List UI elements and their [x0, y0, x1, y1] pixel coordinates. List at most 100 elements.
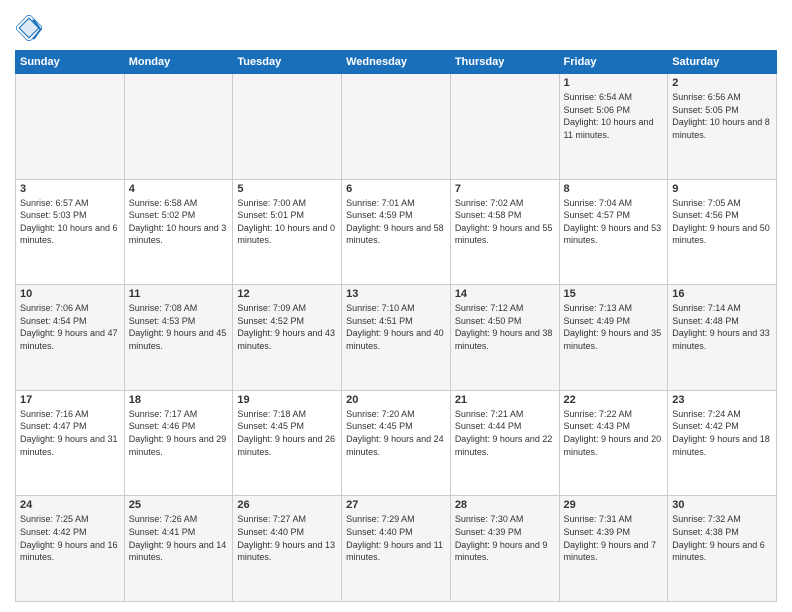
cell-info: Sunrise: 7:21 AM Sunset: 4:44 PM Dayligh… [455, 408, 555, 458]
calendar-cell: 7 Sunrise: 7:02 AM Sunset: 4:58 PM Daylig… [450, 179, 559, 285]
calendar-cell: 28Sunrise: 7:30 AM Sunset: 4:39 PM Dayli… [450, 496, 559, 602]
day-number: 22 [564, 394, 664, 406]
cell-info: Sunrise: 7:06 AM Sunset: 4:54 PM Dayligh… [20, 302, 120, 352]
calendar-cell [124, 74, 233, 180]
cell-info: Sunrise: 7:01 AM Sunset: 4:59 PM Dayligh… [346, 197, 446, 247]
calendar-cell: 13 Sunrise: 7:10 AM Sunset: 4:51 PM Dayli… [342, 285, 451, 391]
day-number: 27 [346, 499, 446, 511]
weekday-header-wednesday: Wednesday [342, 51, 451, 74]
day-number: 21 [455, 394, 555, 406]
day-number: 16 [672, 288, 772, 300]
calendar-cell: 24 Sunrise: 7:25 AM Sunset: 4:42 PM Dayli… [16, 496, 125, 602]
weekday-header-sunday: Sunday [16, 51, 125, 74]
day-number: 20 [346, 394, 446, 406]
cell-info: Sunrise: 7:08 AM Sunset: 4:53 PM Dayligh… [129, 302, 229, 352]
day-number: 9 [672, 183, 772, 195]
logo-icon [15, 14, 43, 42]
calendar-cell: 14 Sunrise: 7:12 AM Sunset: 4:50 PM Dayli… [450, 285, 559, 391]
cell-info: Sunrise: 6:54 AM Sunset: 5:06 PM Dayligh… [564, 91, 664, 141]
calendar-cell: 30Sunrise: 7:32 AM Sunset: 4:38 PM Dayli… [668, 496, 777, 602]
day-number: 24 [20, 499, 120, 511]
cell-info: Sunrise: 7:14 AM Sunset: 4:48 PM Dayligh… [672, 302, 772, 352]
day-number: 25 [129, 499, 229, 511]
cell-info: Sunrise: 7:30 AM Sunset: 4:39 PM Dayligh… [455, 513, 555, 563]
calendar-cell: 22 Sunrise: 7:22 AM Sunset: 4:43 PM Dayli… [559, 390, 668, 496]
day-number: 14 [455, 288, 555, 300]
calendar-cell [450, 74, 559, 180]
weekday-header-saturday: Saturday [668, 51, 777, 74]
calendar-cell: 17 Sunrise: 7:16 AM Sunset: 4:47 PM Dayli… [16, 390, 125, 496]
calendar-cell: 6 Sunrise: 7:01 AM Sunset: 4:59 PM Daylig… [342, 179, 451, 285]
cell-info: Sunrise: 7:00 AM Sunset: 5:01 PM Dayligh… [237, 197, 337, 247]
calendar-table: SundayMondayTuesdayWednesdayThursdayFrid… [15, 50, 777, 602]
cell-info: Sunrise: 7:20 AM Sunset: 4:45 PM Dayligh… [346, 408, 446, 458]
calendar-cell: 2Sunrise: 6:56 AM Sunset: 5:05 PM Daylig… [668, 74, 777, 180]
calendar-cell: 1 Sunrise: 6:54 AM Sunset: 5:06 PM Daylig… [559, 74, 668, 180]
cell-info: Sunrise: 6:58 AM Sunset: 5:02 PM Dayligh… [129, 197, 229, 247]
header [15, 10, 777, 42]
calendar-cell [342, 74, 451, 180]
day-number: 15 [564, 288, 664, 300]
cell-info: Sunrise: 7:24 AM Sunset: 4:42 PM Dayligh… [672, 408, 772, 458]
weekday-header-friday: Friday [559, 51, 668, 74]
cell-info: Sunrise: 7:31 AM Sunset: 4:39 PM Dayligh… [564, 513, 664, 563]
calendar-cell: 12Sunrise: 7:09 AM Sunset: 4:52 PM Dayli… [233, 285, 342, 391]
cell-info: Sunrise: 7:05 AM Sunset: 4:56 PM Dayligh… [672, 197, 772, 247]
cell-info: Sunrise: 7:16 AM Sunset: 4:47 PM Dayligh… [20, 408, 120, 458]
weekday-header-monday: Monday [124, 51, 233, 74]
day-number: 4 [129, 183, 229, 195]
calendar-cell: 27 Sunrise: 7:29 AM Sunset: 4:40 PM Dayli… [342, 496, 451, 602]
weekday-header-tuesday: Tuesday [233, 51, 342, 74]
day-number: 13 [346, 288, 446, 300]
day-number: 10 [20, 288, 120, 300]
day-number: 1 [564, 77, 664, 89]
cell-info: Sunrise: 7:10 AM Sunset: 4:51 PM Dayligh… [346, 302, 446, 352]
day-number: 2 [672, 77, 772, 89]
cell-info: Sunrise: 7:12 AM Sunset: 4:50 PM Dayligh… [455, 302, 555, 352]
day-number: 18 [129, 394, 229, 406]
calendar-week-1: 1 Sunrise: 6:54 AM Sunset: 5:06 PM Daylig… [16, 74, 777, 180]
day-number: 6 [346, 183, 446, 195]
cell-info: Sunrise: 7:26 AM Sunset: 4:41 PM Dayligh… [129, 513, 229, 563]
day-number: 8 [564, 183, 664, 195]
calendar-week-2: 3 Sunrise: 6:57 AM Sunset: 5:03 PM Daylig… [16, 179, 777, 285]
cell-info: Sunrise: 7:17 AM Sunset: 4:46 PM Dayligh… [129, 408, 229, 458]
calendar-week-4: 17 Sunrise: 7:16 AM Sunset: 4:47 PM Dayli… [16, 390, 777, 496]
day-number: 11 [129, 288, 229, 300]
cell-info: Sunrise: 7:09 AM Sunset: 4:52 PM Dayligh… [237, 302, 337, 352]
day-number: 19 [237, 394, 337, 406]
calendar-cell [16, 74, 125, 180]
day-number: 23 [672, 394, 772, 406]
calendar-cell: 9 Sunrise: 7:05 AM Sunset: 4:56 PM Daylig… [668, 179, 777, 285]
cell-info: Sunrise: 7:04 AM Sunset: 4:57 PM Dayligh… [564, 197, 664, 247]
cell-info: Sunrise: 7:25 AM Sunset: 4:42 PM Dayligh… [20, 513, 120, 563]
calendar-cell: 8 Sunrise: 7:04 AM Sunset: 4:57 PM Daylig… [559, 179, 668, 285]
day-number: 7 [455, 183, 555, 195]
day-number: 29 [564, 499, 664, 511]
page: SundayMondayTuesdayWednesdayThursdayFrid… [0, 0, 792, 612]
calendar-cell: 29 Sunrise: 7:31 AM Sunset: 4:39 PM Dayli… [559, 496, 668, 602]
calendar-header: SundayMondayTuesdayWednesdayThursdayFrid… [16, 51, 777, 74]
calendar-cell: 19 Sunrise: 7:18 AM Sunset: 4:45 PM Dayli… [233, 390, 342, 496]
cell-info: Sunrise: 7:18 AM Sunset: 4:45 PM Dayligh… [237, 408, 337, 458]
cell-info: Sunrise: 7:02 AM Sunset: 4:58 PM Dayligh… [455, 197, 555, 247]
day-number: 5 [237, 183, 337, 195]
cell-info: Sunrise: 7:27 AM Sunset: 4:40 PM Dayligh… [237, 513, 337, 563]
calendar-week-3: 10 Sunrise: 7:06 AM Sunset: 4:54 PM Dayli… [16, 285, 777, 391]
calendar-cell: 5 Sunrise: 7:00 AM Sunset: 5:01 PM Daylig… [233, 179, 342, 285]
cell-info: Sunrise: 6:57 AM Sunset: 5:03 PM Dayligh… [20, 197, 120, 247]
calendar-cell: 15Sunrise: 7:13 AM Sunset: 4:49 PM Dayli… [559, 285, 668, 391]
calendar-cell: 25 Sunrise: 7:26 AM Sunset: 4:41 PM Dayli… [124, 496, 233, 602]
calendar-cell: 10 Sunrise: 7:06 AM Sunset: 4:54 PM Dayli… [16, 285, 125, 391]
weekday-header-thursday: Thursday [450, 51, 559, 74]
calendar-body: 1 Sunrise: 6:54 AM Sunset: 5:06 PM Daylig… [16, 74, 777, 602]
cell-info: Sunrise: 7:22 AM Sunset: 4:43 PM Dayligh… [564, 408, 664, 458]
day-number: 3 [20, 183, 120, 195]
cell-info: Sunrise: 7:29 AM Sunset: 4:40 PM Dayligh… [346, 513, 446, 563]
calendar-cell: 3 Sunrise: 6:57 AM Sunset: 5:03 PM Daylig… [16, 179, 125, 285]
logo [15, 14, 47, 42]
calendar-cell: 4 Sunrise: 6:58 AM Sunset: 5:02 PM Daylig… [124, 179, 233, 285]
day-number: 17 [20, 394, 120, 406]
calendar-cell: 21 Sunrise: 7:21 AM Sunset: 4:44 PM Dayli… [450, 390, 559, 496]
day-number: 26 [237, 499, 337, 511]
